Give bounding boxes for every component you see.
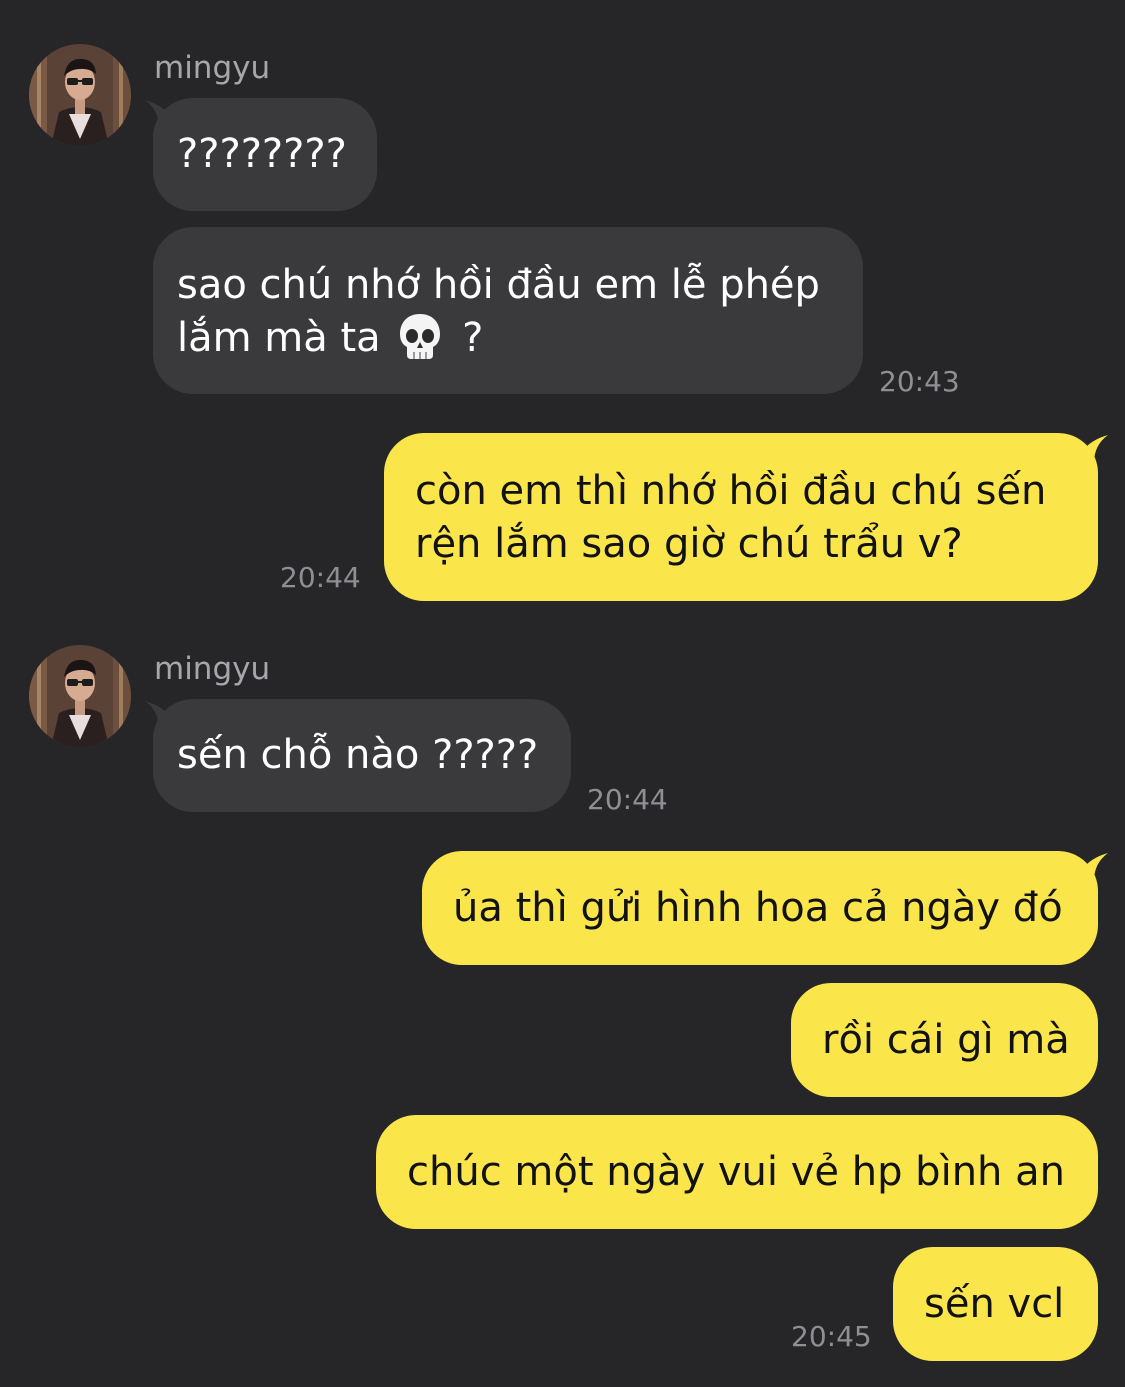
message-text: rện lắm sao giờ chú trẩu v?: [415, 521, 963, 567]
message-bubble-outgoing[interactable]: rồi cái gì mà: [791, 983, 1098, 1097]
message-timestamp: 20:43: [879, 365, 960, 398]
message-text: còn em thì nhớ hồi đầu chú sến: [415, 468, 1047, 514]
message-text: ?: [462, 315, 484, 361]
message-text: rồi cái gì mà: [822, 1017, 1070, 1063]
message-bubble-incoming[interactable]: sến chỗ nào ?????: [153, 699, 571, 812]
sender-name: mingyu: [154, 50, 271, 86]
message-bubble-incoming[interactable]: sao chú nhớ hồi đầu em lễ phép lắm mà ta…: [153, 227, 863, 394]
message-bubble-outgoing[interactable]: sến vcl: [893, 1247, 1098, 1361]
message-bubble-outgoing[interactable]: ủa thì gửi hình hoa cả ngày đó: [422, 851, 1098, 965]
message-text: sến chỗ nào ?????: [177, 732, 539, 778]
message-text: chúc một ngày vui vẻ hp bình an: [407, 1149, 1065, 1195]
message-timestamp: 20:44: [280, 561, 361, 594]
contact-avatar[interactable]: [29, 44, 131, 146]
message-text: sao chú nhớ hồi đầu em lễ phép: [177, 262, 820, 308]
message-text: ????????: [177, 131, 347, 177]
contact-avatar[interactable]: [29, 645, 131, 747]
message-timestamp: 20:45: [791, 1320, 872, 1353]
sender-name: mingyu: [154, 651, 271, 687]
avatar-photo-icon: [29, 44, 131, 146]
message-text: lắm mà ta: [177, 315, 381, 361]
message-timestamp: 20:44: [587, 783, 668, 816]
message-text-line-2: lắm mà ta ?: [177, 312, 839, 368]
message-text: ủa thì gửi hình hoa cả ngày đó: [453, 885, 1063, 931]
skull-icon: [400, 314, 441, 359]
message-bubble-outgoing[interactable]: còn em thì nhớ hồi đầu chú sến rện lắm s…: [384, 433, 1098, 601]
message-bubble-incoming[interactable]: ????????: [153, 98, 377, 211]
avatar-photo-icon: [29, 645, 131, 747]
message-bubble-outgoing[interactable]: chúc một ngày vui vẻ hp bình an: [376, 1115, 1098, 1229]
message-text: sến vcl: [924, 1281, 1065, 1327]
